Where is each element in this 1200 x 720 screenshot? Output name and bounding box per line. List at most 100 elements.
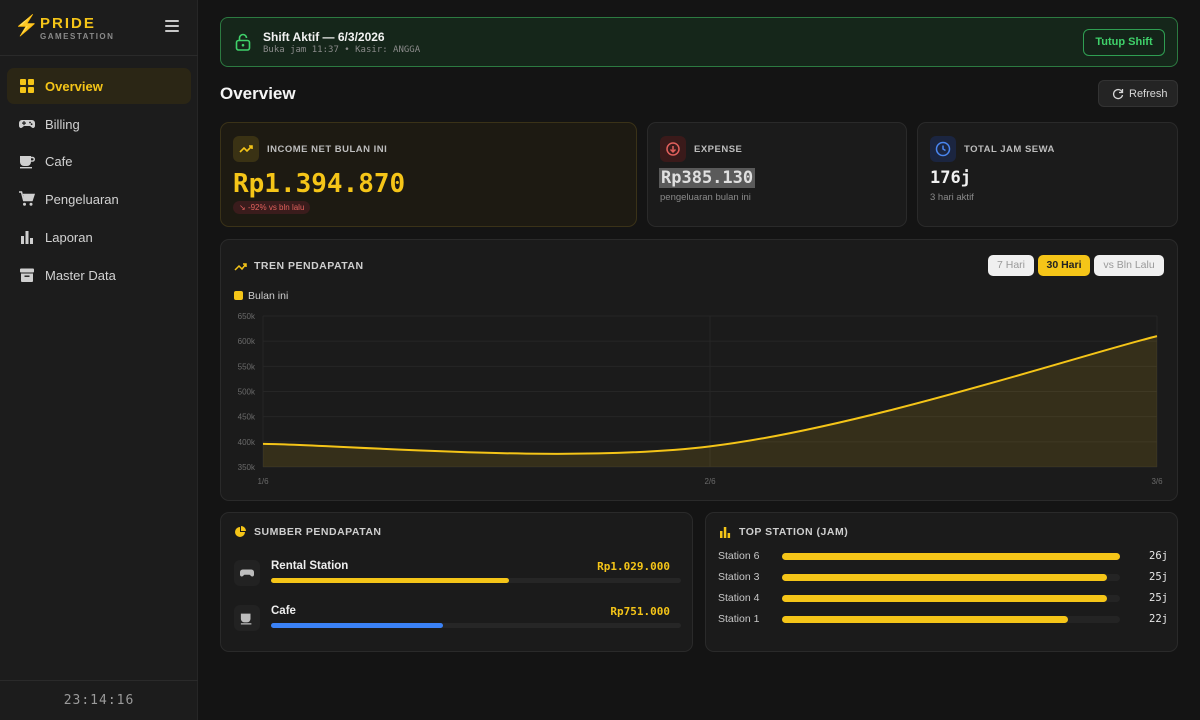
source-amount: Rp751.000 — [610, 605, 670, 618]
legend-swatch — [234, 291, 243, 300]
station-hours: 22j — [1149, 613, 1168, 625]
coffee-icon — [234, 605, 260, 631]
brand-header: ⚡ PRIDE GAMESTATION — [0, 0, 198, 56]
revenue-trend-card: TREN PENDAPATAN 7 Hari 30 Hari vs Bln La… — [220, 239, 1178, 501]
income-delta-text: -92% vs bln lalu — [247, 203, 305, 212]
station-hours: 26j — [1149, 550, 1168, 562]
y-tick-label: 450k — [238, 413, 256, 422]
nav-item-laporan[interactable]: Laporan — [7, 219, 191, 255]
close-shift-button[interactable]: Tutup Shift — [1083, 29, 1165, 56]
refresh-label: Refresh — [1129, 88, 1168, 100]
station-bar-track — [782, 553, 1120, 560]
station-bar-track — [782, 616, 1120, 623]
nav-item-billing[interactable]: Billing — [7, 106, 191, 142]
station-hours: 25j — [1149, 571, 1168, 583]
hours-value: 176j — [930, 168, 971, 188]
station-row: Station 4 25j — [718, 592, 1168, 606]
station-name: Station 1 — [718, 613, 760, 625]
station-bar-fill — [782, 595, 1107, 602]
hours-title: TOTAL JAM SEWA — [964, 144, 1055, 155]
source-name: Rental Station — [271, 560, 349, 572]
chart-legend: Bulan ini — [234, 290, 288, 302]
sources-title: SUMBER PENDAPATAN — [254, 526, 382, 538]
nav-item-overview[interactable]: Overview — [7, 68, 191, 104]
nav-label: Master Data — [45, 268, 116, 283]
legend-label: Bulan ini — [248, 290, 289, 302]
source-name: Cafe — [271, 605, 296, 617]
bar-chart-icon — [720, 527, 731, 538]
page-title: Overview — [220, 84, 296, 103]
lock-icon — [235, 33, 251, 51]
gamepad-icon — [234, 560, 260, 586]
bar-chart-icon — [21, 231, 33, 244]
top-station-title: TOP STATION (JAM) — [739, 526, 849, 538]
source-bar-fill — [271, 623, 444, 628]
brand-subtitle: GAMESTATION — [40, 32, 115, 41]
station-row: Station 3 25j — [718, 571, 1168, 585]
income-delta-badge: ↘ -92% vs bln lalu — [233, 201, 311, 214]
clock-icon — [930, 136, 956, 162]
nav-item-pengeluaran[interactable]: Pengeluaran — [7, 181, 191, 217]
y-tick-label: 500k — [238, 388, 256, 397]
station-bar-fill — [782, 574, 1107, 581]
station-name: Station 4 — [718, 592, 760, 604]
source-bar-fill — [271, 578, 509, 583]
pie-chart-icon — [235, 526, 246, 537]
grid-icon — [20, 79, 34, 93]
shift-title: Shift Aktif — 6/3/2026 — [263, 30, 385, 44]
station-name: Station 6 — [718, 550, 760, 562]
archive-icon — [20, 268, 34, 282]
range-7-days-button[interactable]: 7 Hari — [988, 255, 1034, 276]
station-row: Station 6 26j — [718, 550, 1168, 564]
hamburger-menu-icon[interactable] — [165, 20, 179, 32]
income-card: INCOME NET BULAN INI Rp1.394.870 ↘ -92% … — [220, 122, 637, 227]
source-bar-track — [271, 623, 681, 628]
x-tick-label: 3/6 — [1151, 477, 1163, 486]
y-tick-label: 350k — [238, 463, 256, 472]
revenue-sources-card: SUMBER PENDAPATAN Rental Station Rp1.029… — [220, 512, 693, 652]
coffee-icon — [20, 156, 35, 169]
source-row-cafe: Cafe Rp751.000 — [234, 601, 682, 637]
hours-card: TOTAL JAM SEWA 176j 3 hari aktif — [917, 122, 1178, 227]
trending-down-icon: ↘ — [239, 203, 248, 212]
nav-label: Laporan — [45, 230, 93, 245]
trend-title: TREN PENDAPATAN — [254, 260, 364, 272]
range-30-days-button[interactable]: 30 Hari — [1038, 255, 1090, 276]
cart-icon — [19, 191, 35, 206]
y-tick-label: 600k — [238, 337, 256, 346]
source-row-rental: Rental Station Rp1.029.000 — [234, 556, 682, 592]
range-vs-last-month-button[interactable]: vs Bln Lalu — [1094, 255, 1164, 276]
sidebar: ⚡ PRIDE GAMESTATION Overview Billing Caf… — [0, 0, 198, 720]
top-station-card: TOP STATION (JAM) Station 6 26j Station 3 2… — [705, 512, 1178, 652]
nav-item-master-data[interactable]: Master Data — [7, 257, 191, 293]
trending-up-icon — [234, 263, 247, 271]
arrow-down-circle-icon — [660, 136, 686, 162]
gamepad-icon — [19, 120, 35, 128]
refresh-button[interactable]: Refresh — [1098, 80, 1178, 107]
source-bar-track — [271, 578, 681, 583]
expense-card: EXPENSE Rp385.130 pengeluaran bulan ini — [647, 122, 907, 227]
expense-title: EXPENSE — [694, 144, 743, 155]
station-bar-fill — [782, 616, 1068, 623]
source-amount: Rp1.029.000 — [597, 560, 670, 573]
station-bar-fill — [782, 553, 1120, 560]
refresh-icon — [1112, 88, 1124, 100]
trending-up-icon — [233, 136, 259, 162]
station-name: Station 3 — [718, 571, 760, 583]
revenue-trend-chart: 350k 400k 450k 500k 550k 600k 650k 1/6 2/6 3/6 — [238, 312, 1163, 486]
nav-label: Pengeluaran — [45, 192, 119, 207]
station-hours: 25j — [1149, 592, 1168, 604]
y-tick-label: 550k — [238, 362, 256, 371]
nav-item-cafe[interactable]: Cafe — [7, 143, 191, 179]
hours-note: 3 hari aktif — [930, 192, 974, 203]
nav-label: Overview — [45, 79, 103, 94]
shift-banner: Shift Aktif — 6/3/2026 Buka jam 11:37 • … — [220, 17, 1178, 67]
station-bar-track — [782, 595, 1120, 602]
y-tick-label: 650k — [238, 312, 256, 321]
bolt-icon: ⚡ — [14, 15, 39, 37]
station-bar-track — [782, 574, 1120, 581]
station-row: Station 1 22j — [718, 613, 1168, 627]
x-tick-label: 1/6 — [257, 477, 269, 486]
income-value: Rp1.394.870 — [233, 169, 406, 199]
income-title: INCOME NET BULAN INI — [267, 144, 388, 155]
